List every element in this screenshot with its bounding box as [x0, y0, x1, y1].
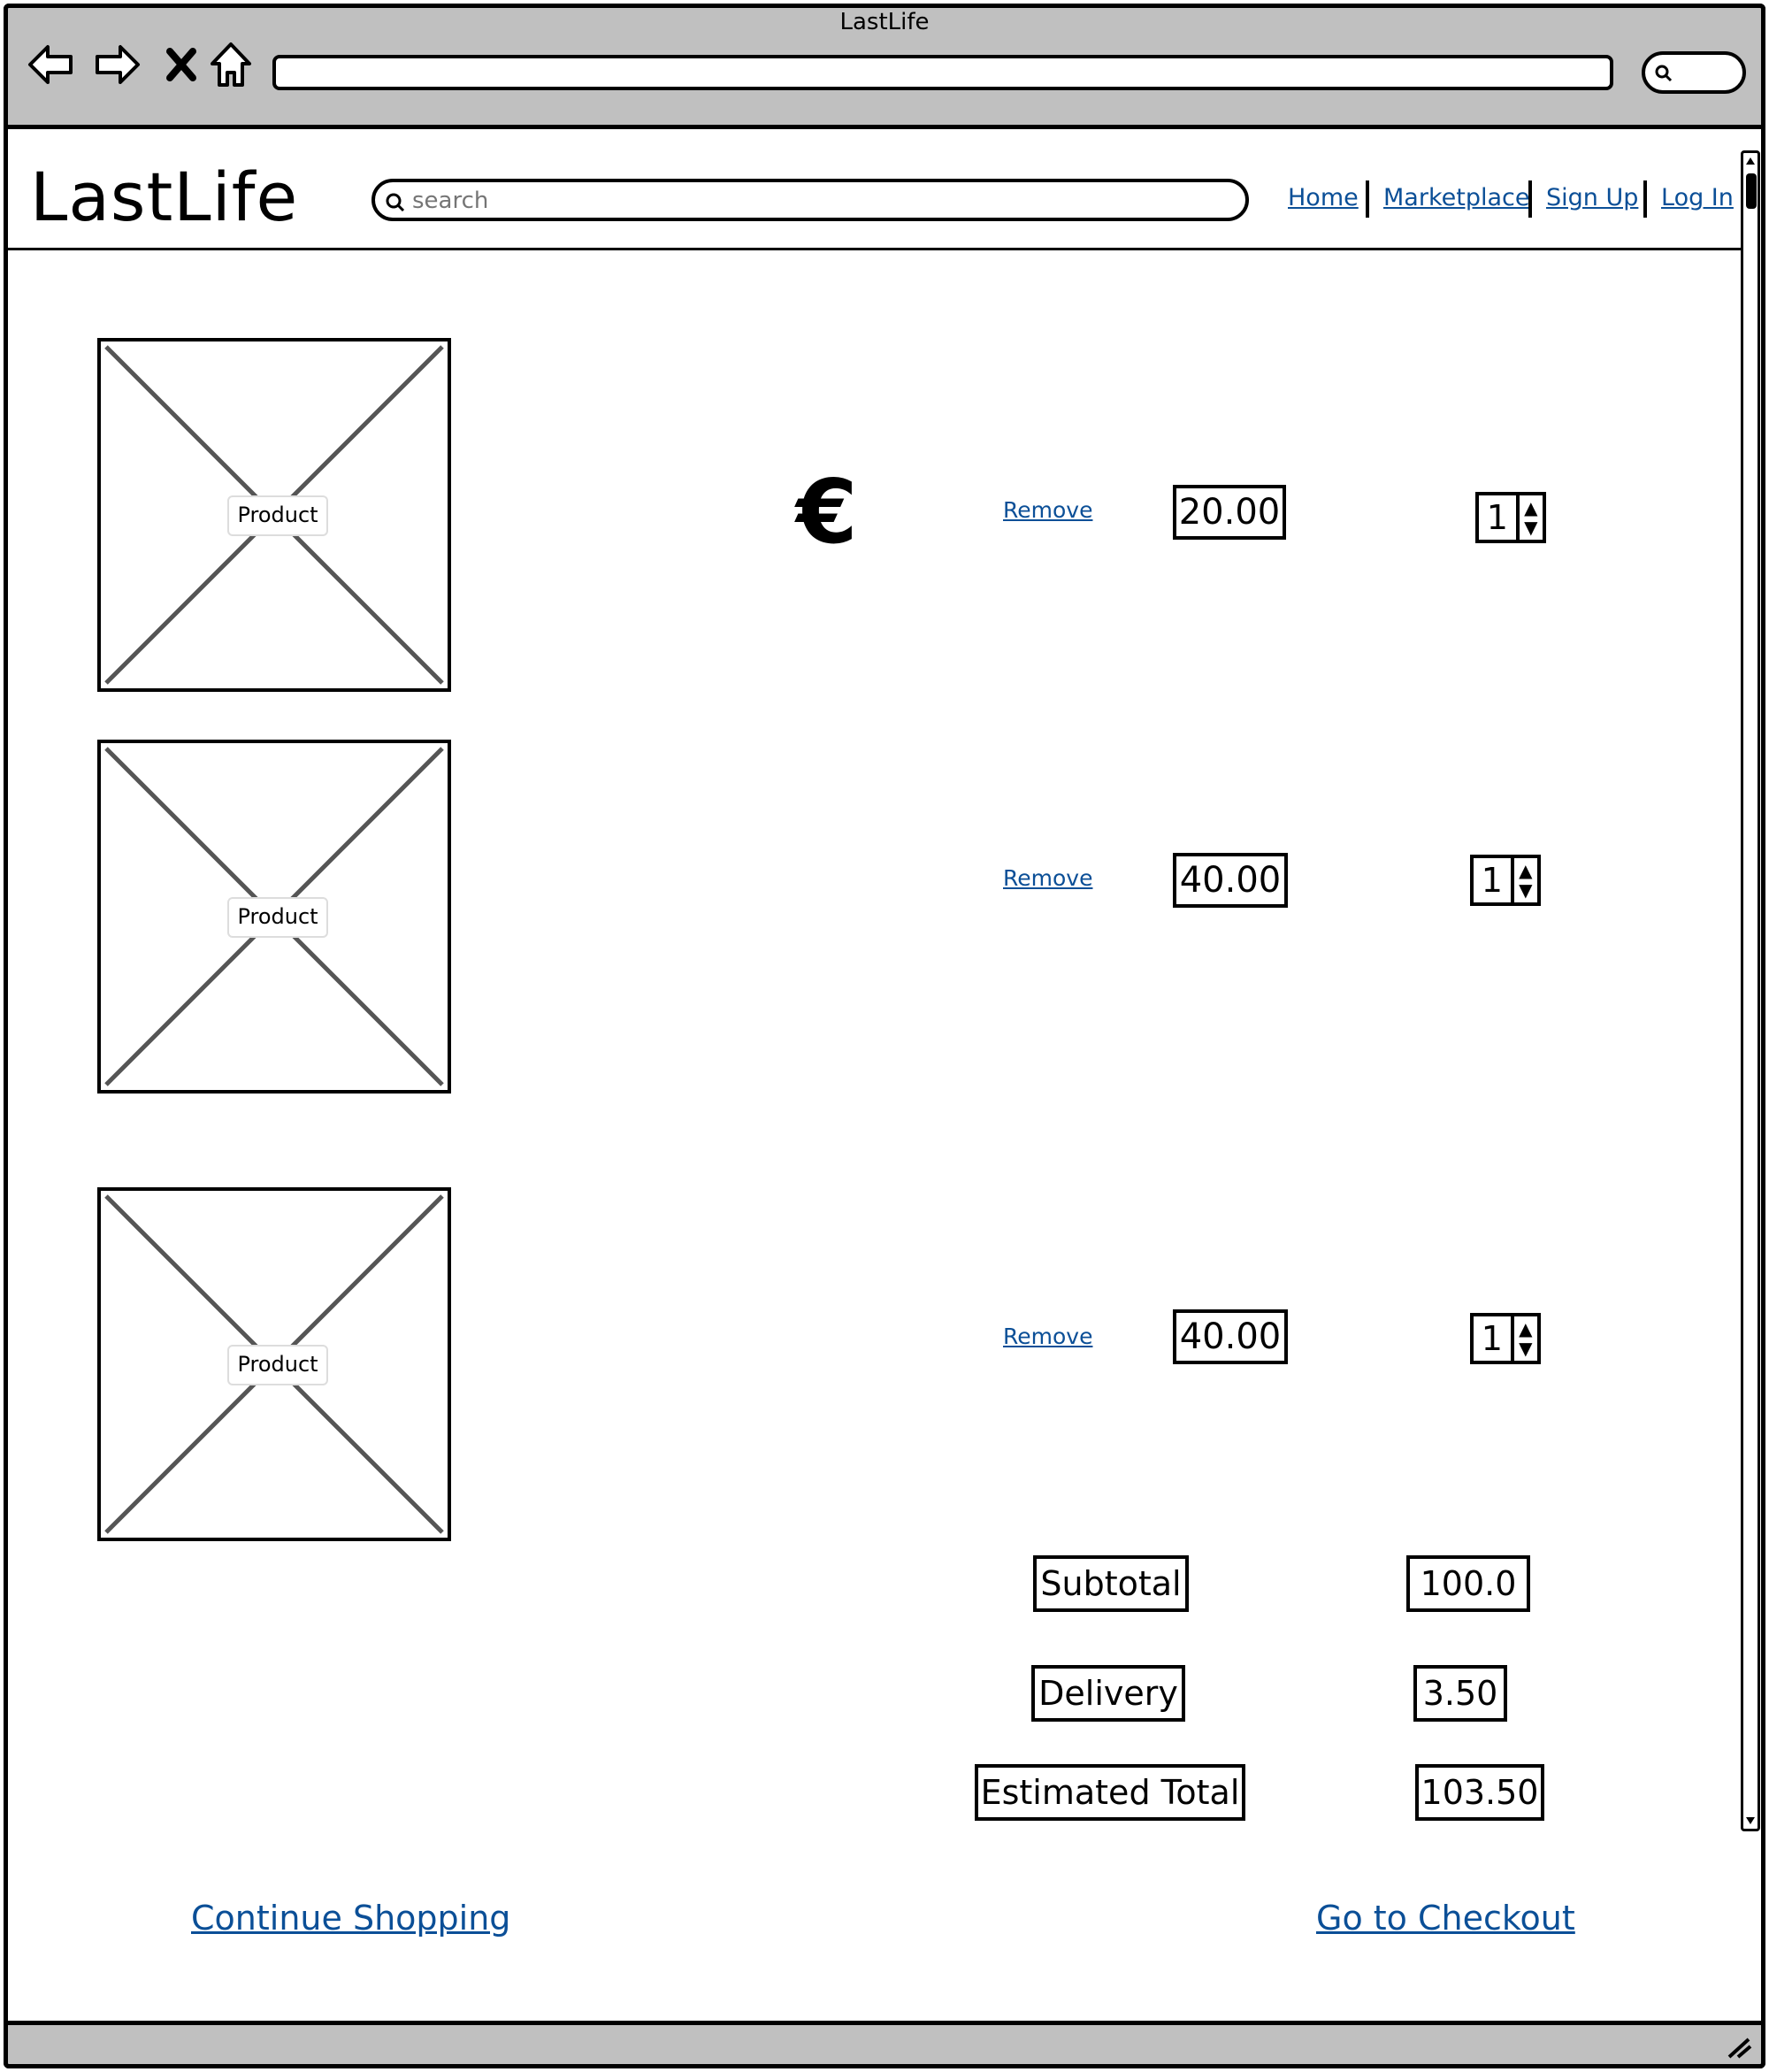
delivery-label: Delivery: [1031, 1665, 1185, 1722]
increment-icon[interactable]: ▲: [1519, 1319, 1532, 1339]
resize-grip-icon[interactable]: [1726, 2036, 1752, 2059]
site-logo[interactable]: LastLife: [30, 157, 298, 236]
remove-link[interactable]: Remove: [1003, 865, 1092, 891]
estimated-total-value: 103.50: [1415, 1764, 1544, 1821]
header-divider: [5, 248, 1742, 250]
decrement-icon[interactable]: ▼: [1524, 518, 1537, 537]
close-icon[interactable]: [156, 39, 207, 90]
nav-marketplace[interactable]: Marketplace: [1383, 184, 1529, 211]
product-image-label: Product: [227, 897, 328, 938]
item-price: 40.00: [1173, 1309, 1288, 1364]
go-to-checkout-link[interactable]: Go to Checkout: [1316, 1899, 1575, 1938]
site-search[interactable]: [371, 179, 1249, 221]
forward-arrow-icon[interactable]: [92, 39, 143, 90]
browser-status-bar: [4, 2021, 1765, 2068]
currency-symbol: €: [796, 460, 858, 564]
back-arrow-icon[interactable]: [25, 39, 76, 90]
quantity-stepper[interactable]: 1 ▲ ▼: [1470, 1313, 1541, 1364]
product-image-label: Product: [227, 1345, 328, 1385]
vertical-scrollbar[interactable]: [1741, 150, 1760, 1831]
quantity-value[interactable]: 1: [1479, 495, 1520, 540]
item-price: 20.00: [1173, 485, 1286, 540]
nav-separator: [1366, 180, 1369, 218]
delivery-value: 3.50: [1413, 1665, 1507, 1722]
product-image-label: Product: [227, 495, 328, 536]
remove-link[interactable]: Remove: [1003, 497, 1092, 523]
estimated-total-label: Estimated Total: [975, 1764, 1245, 1821]
quantity-value[interactable]: 1: [1474, 858, 1514, 902]
search-icon: [1655, 65, 1673, 82]
item-price: 40.00: [1173, 853, 1288, 908]
search-input[interactable]: [410, 186, 1210, 216]
home-icon[interactable]: [205, 39, 257, 90]
continue-shopping-link[interactable]: Continue Shopping: [191, 1899, 510, 1938]
quantity-value[interactable]: 1: [1474, 1316, 1514, 1361]
increment-icon[interactable]: ▲: [1524, 498, 1537, 518]
scroll-down-icon[interactable]: [1744, 1815, 1757, 1827]
window-title: LastLife: [839, 9, 930, 35]
nav-separator: [1643, 180, 1647, 218]
increment-icon[interactable]: ▲: [1519, 861, 1532, 880]
browser-search-box[interactable]: [1642, 51, 1746, 94]
nav-separator: [1528, 180, 1532, 218]
nav-sign-up[interactable]: Sign Up: [1546, 184, 1638, 211]
quantity-stepper[interactable]: 1 ▲ ▼: [1475, 492, 1546, 543]
nav-log-in[interactable]: Log In: [1661, 184, 1734, 211]
product-image[interactable]: Product: [97, 740, 451, 1094]
quantity-stepper[interactable]: 1 ▲ ▼: [1470, 855, 1541, 906]
product-image[interactable]: Product: [97, 338, 451, 692]
decrement-icon[interactable]: ▼: [1519, 1339, 1532, 1358]
search-icon: [386, 193, 405, 212]
product-image[interactable]: Product: [97, 1187, 451, 1541]
remove-link[interactable]: Remove: [1003, 1324, 1092, 1349]
scrollbar-thumb[interactable]: [1746, 173, 1757, 209]
subtotal-value: 100.0: [1406, 1555, 1530, 1612]
subtotal-label: Subtotal: [1033, 1555, 1189, 1612]
decrement-icon[interactable]: ▼: [1519, 880, 1532, 900]
scroll-up-icon[interactable]: [1744, 155, 1757, 167]
nav-home[interactable]: Home: [1288, 184, 1359, 211]
url-bar[interactable]: [272, 55, 1613, 90]
